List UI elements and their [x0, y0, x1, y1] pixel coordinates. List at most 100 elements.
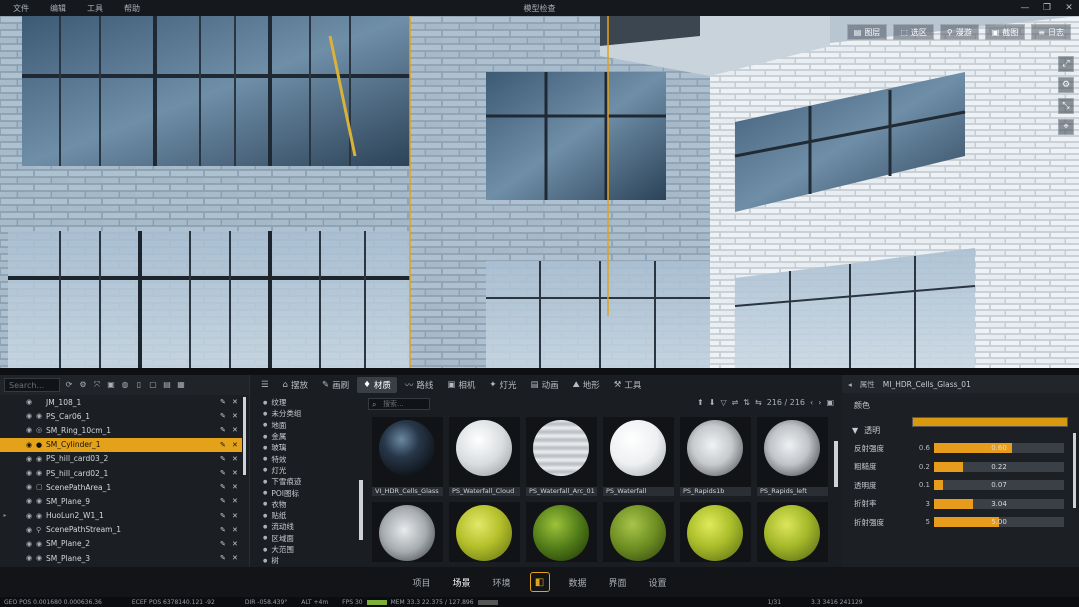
delete-icon[interactable]: ✕ [232, 441, 242, 449]
tabs-menu-icon[interactable]: ☰ [255, 377, 275, 393]
edit-icon[interactable]: ✎ [220, 469, 232, 477]
material-tile[interactable]: VI_HDR_Cells_Glass [372, 417, 443, 496]
delete-icon[interactable]: ✕ [232, 540, 242, 548]
property-slider[interactable]: 5.00 [934, 517, 1064, 528]
category-item[interactable]: 树 [257, 555, 362, 566]
copy-icon[interactable]: ▯ [134, 380, 144, 390]
outliner-item[interactable]: ◉ ◉ PS_hill_card02_1 ✎ ✕ [0, 466, 242, 480]
edit-icon[interactable]: ✎ [220, 497, 232, 505]
delete-icon[interactable]: ✕ [232, 469, 242, 477]
expand-icon[interactable]: ▸ [0, 512, 10, 519]
outliner-item[interactable]: ◉ ● SM_Cylinder_1 ✎ ✕ [0, 437, 242, 452]
material-tile[interactable]: PS_Waterfall_Cloud [449, 417, 520, 496]
category-item[interactable]: 特效 [257, 453, 362, 464]
delete-icon[interactable]: ✕ [232, 426, 242, 434]
expand-icon[interactable]: ⤡ [1058, 98, 1074, 114]
material-tile[interactable] [526, 502, 597, 562]
outliner-item[interactable]: ◉ ◎ SM_Ring_10cm_1 ✎ ✕ [0, 423, 242, 437]
material-tile[interactable] [372, 502, 443, 562]
menu-tools[interactable]: 工具 [87, 3, 103, 14]
edit-icon[interactable]: ✎ [220, 412, 232, 420]
outliner-item[interactable]: ◉ ◉ SM_Plane_9 ✎ ✕ [0, 494, 242, 508]
tab-3[interactable]: 〰路线 [399, 377, 440, 393]
property-slider[interactable]: 0.22 [934, 461, 1064, 472]
menu-help[interactable]: 帮助 [124, 3, 140, 14]
category-item[interactable]: 衣物 [257, 499, 362, 510]
category-item[interactable]: 流动线 [257, 521, 362, 532]
tab-6[interactable]: ▤ 动画 [525, 377, 565, 393]
tab-8[interactable]: ⚒ 工具 [608, 377, 648, 393]
settings-icon[interactable]: ⚙ [1058, 77, 1074, 93]
menu-edit[interactable]: 编辑 [50, 3, 66, 14]
material-tile[interactable]: PS_Waterfall [603, 417, 674, 496]
outliner-item[interactable]: ◉ ◉ PS_Car06_1 ✎ ✕ [0, 409, 242, 423]
outliner-item[interactable]: ◉ ▢ ScenePathArea_1 ✎ ✕ [0, 480, 242, 494]
categories-scrollbar[interactable] [359, 480, 363, 540]
property-input[interactable]: 5 [910, 518, 930, 526]
screenshot-button[interactable]: ▣ 截图 [984, 24, 1026, 40]
tab-2[interactable]: ♦ 材质 [357, 377, 397, 393]
visibility-icon[interactable]: ◉ [26, 483, 36, 491]
color-swatch[interactable] [912, 417, 1068, 427]
selection-button[interactable]: ⬚ 选区 [893, 24, 934, 40]
category-item[interactable]: 区域面 [257, 533, 362, 544]
swap-icon[interactable]: ⇌ [732, 398, 739, 407]
outliner-item[interactable]: ◉ ◉ PS_hill_card03_2 ✎ ✕ [0, 452, 242, 466]
property-slider[interactable]: 0.60 [934, 443, 1064, 454]
outliner-item[interactable]: ◉ ◉ SM_Plane_2 ✎ ✕ [0, 537, 242, 551]
menu-file[interactable]: 文件 [13, 3, 29, 14]
visibility-icon[interactable]: ◉ [26, 398, 36, 406]
edit-icon[interactable]: ✎ [220, 483, 232, 491]
visibility-icon[interactable]: ◉ [26, 554, 36, 562]
fullscreen-icon[interactable]: ⤢ [1058, 56, 1074, 72]
visibility-icon[interactable]: ◉ [26, 426, 36, 434]
category-item[interactable]: 贴纸 [257, 510, 362, 521]
move-icon[interactable]: ⤧ [92, 380, 102, 390]
filter-icon[interactable]: ⚙ [78, 380, 88, 390]
visibility-icon[interactable]: ◉ [26, 441, 36, 449]
category-item[interactable]: 下雪痕迹 [257, 476, 362, 487]
hub-icon[interactable]: ◧ [529, 572, 550, 592]
box-icon[interactable]: ▢ [148, 380, 158, 390]
tab-0[interactable]: ⌂ 摆放 [277, 377, 314, 393]
visibility-icon[interactable]: ◉ [26, 540, 36, 548]
outliner-item[interactable]: ◉ JM_108_1 ✎ ✕ [0, 395, 242, 409]
minimize-icon[interactable]: — [1019, 3, 1031, 13]
edit-icon[interactable]: ✎ [220, 398, 232, 406]
outliner-scrollbar[interactable] [243, 397, 246, 475]
category-item[interactable]: 金属 [257, 431, 362, 442]
visibility-icon[interactable]: ◉ [26, 469, 36, 477]
edit-icon[interactable]: ✎ [220, 526, 232, 534]
material-tile[interactable]: PS_Waterfall_Arc_01 [526, 417, 597, 496]
delete-icon[interactable]: ✕ [232, 398, 242, 406]
list-icon[interactable]: ▤ [162, 380, 172, 390]
category-item[interactable]: 地面 [257, 420, 362, 431]
nav-item[interactable]: 设置 [638, 576, 678, 589]
edit-icon[interactable]: ✎ [220, 426, 232, 434]
roam-button[interactable]: ⚲ 漫游 [939, 24, 979, 40]
category-item[interactable]: 灯光 [257, 465, 362, 476]
outliner-item[interactable]: ◉ ⚲ ScenePathStream_1 ✎ ✕ [0, 523, 242, 537]
tab-4[interactable]: ▣ 相机 [441, 377, 481, 393]
delete-icon[interactable]: ✕ [232, 554, 242, 562]
tab-7[interactable]: ⛰ 地形 [567, 377, 606, 393]
material-tile[interactable] [603, 502, 674, 562]
material-search-input[interactable]: ⌕ 搜索... [368, 398, 430, 410]
visibility-icon[interactable]: ◉ [26, 497, 36, 505]
group-icon[interactable]: ◍ [120, 380, 130, 390]
edit-icon[interactable]: ✎ [220, 441, 232, 449]
collapse-icon[interactable]: ▣ [826, 398, 834, 407]
nav-item[interactable]: 环境 [481, 576, 521, 589]
image-icon[interactable]: ▣ [106, 380, 116, 390]
category-item[interactable]: 未分类组 [257, 408, 362, 419]
property-slider[interactable]: 0.07 [934, 480, 1064, 491]
material-tile[interactable]: PS_Rapids_left [757, 417, 828, 496]
material-tile[interactable] [449, 502, 520, 562]
prev-page-icon[interactable]: ‹ [810, 398, 813, 407]
property-input[interactable]: 3 [910, 500, 930, 508]
locate-icon[interactable]: ⌖ [1058, 119, 1074, 135]
nav-item[interactable]: 项目 [401, 576, 441, 589]
outliner-search-input[interactable]: Search... [4, 378, 60, 392]
nav-item[interactable]: 场景 [441, 576, 481, 589]
maximize-icon[interactable]: ❐ [1041, 3, 1053, 13]
